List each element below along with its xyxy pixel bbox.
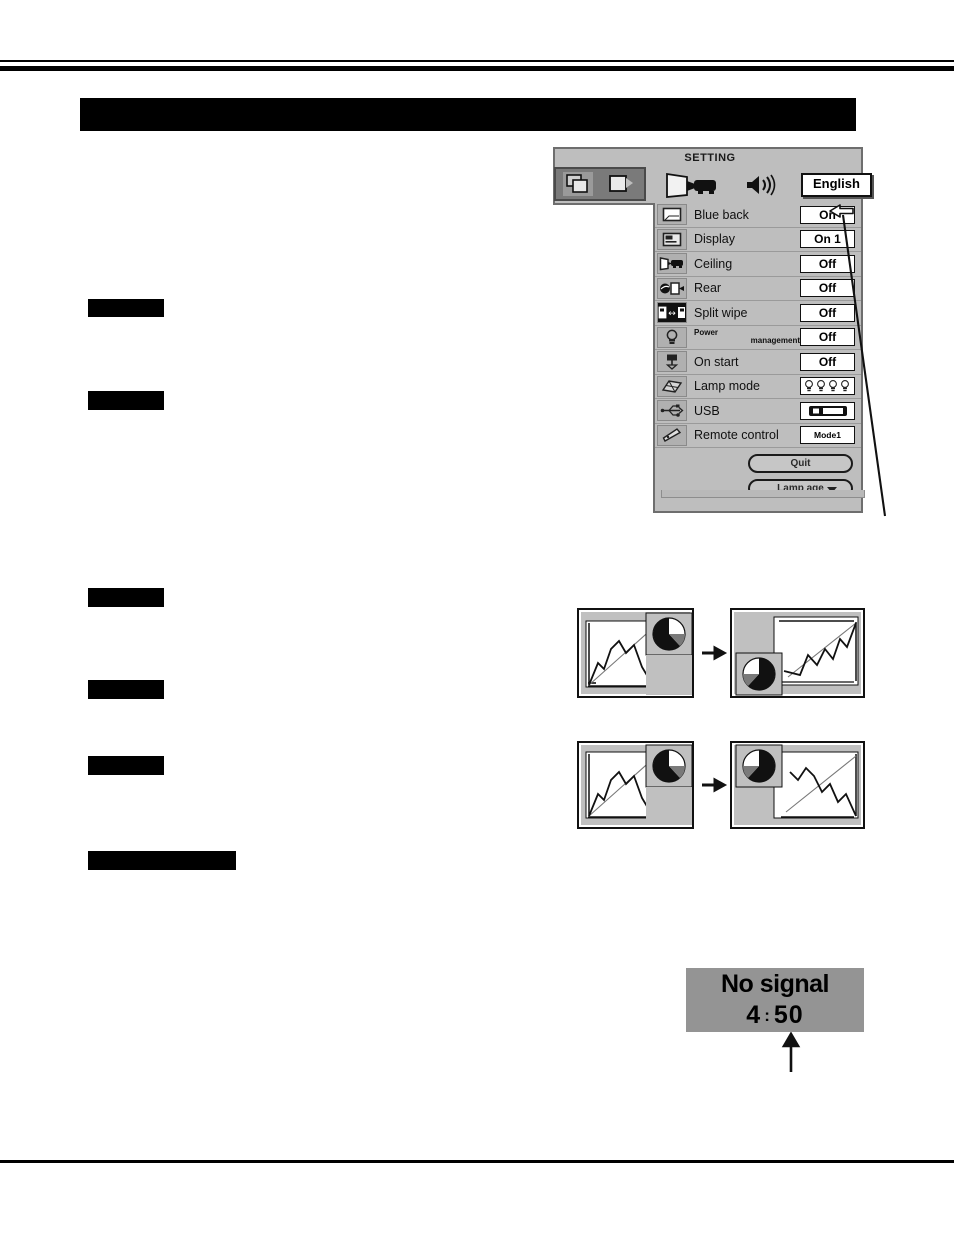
osd-label-usb: USB (694, 403, 720, 418)
diagram1-transition-arrow (702, 645, 728, 661)
page-title-bar (80, 98, 856, 131)
callout-leader-line (841, 214, 887, 517)
osd-label-split-wipe: Split wipe (694, 305, 748, 320)
language-button[interactable]: English (801, 173, 872, 197)
section-heading-1 (88, 299, 164, 317)
usb-icon (657, 400, 687, 422)
screen-projector-icon (665, 172, 721, 198)
no-signal-text: No signal (720, 970, 830, 998)
timer-minutes: 4 (746, 1001, 762, 1029)
page-footer-rule (0, 1160, 954, 1163)
blank-screen-icon (657, 204, 687, 226)
osd-label-on-start: On start (694, 354, 739, 369)
timer-seconds: 50 (773, 1001, 804, 1029)
osd-label-rear: Rear (694, 281, 722, 296)
osd-setting-menu: SETTING English Blue back On Display On … (553, 147, 872, 513)
split-wipe-icon: ↔ (657, 302, 687, 324)
page-top-rule-thick (0, 66, 954, 71)
osd-label-lamp-mode: Lamp mode (694, 379, 761, 394)
osd-label-power-management: Power management (694, 328, 800, 346)
osd-title: SETTING (684, 152, 736, 164)
section-heading-5 (88, 756, 164, 775)
left-arrow-icon (829, 204, 854, 218)
osd-top-bar: SETTING English (553, 147, 872, 205)
timer-separator: : (764, 1006, 771, 1025)
section-heading-4 (88, 680, 164, 699)
no-signal-timer: 4:50 (686, 1000, 864, 1031)
lamp-mode-icon (657, 375, 687, 397)
on-start-icon (657, 351, 687, 373)
windows-stack-icon[interactable] (563, 172, 593, 196)
diagram1-right-pie (742, 657, 776, 691)
blue-back-callout (820, 196, 920, 526)
diagram1-left-pie (652, 617, 686, 651)
ceiling-mount-icon (657, 253, 687, 275)
osd-label-remote-control: Remote control (694, 428, 779, 443)
screen-projection-icon[interactable] (607, 172, 637, 196)
diagram1-right-frame (730, 608, 865, 698)
page-top-rule-thin (0, 60, 954, 62)
osd-tab-strip[interactable] (554, 167, 646, 201)
display-onscreen-icon (657, 228, 687, 250)
split-wipe-diagram-horizontal (576, 605, 866, 705)
rear-projection-icon (657, 277, 687, 299)
osd-label-power-line2: management (750, 336, 800, 346)
remote-control-icon (657, 424, 687, 446)
section-heading-3 (88, 588, 164, 607)
speaker-volume-icon (745, 173, 779, 197)
section-heading-2 (88, 391, 164, 410)
osd-label-display: Display (694, 232, 735, 247)
no-signal-pointer-arrow (780, 1031, 806, 1072)
diagram2-left-pie (652, 749, 686, 783)
diagram2-right-frame (730, 741, 865, 829)
power-lamp-icon (657, 326, 687, 348)
split-wipe-diagram-vertical (576, 740, 866, 840)
diagram1-left-frame (577, 608, 694, 698)
diagram2-left-frame (577, 741, 694, 829)
diagram2-right-pie (742, 749, 776, 783)
no-signal-display: No signal 4:50 (686, 968, 864, 1032)
osd-label-ceiling: Ceiling (694, 256, 733, 271)
svg-text:↔: ↔ (668, 309, 676, 319)
section-heading-6 (88, 851, 236, 870)
diagram2-transition-arrow (702, 777, 728, 793)
osd-label-blue-back: Blue back (694, 207, 749, 222)
